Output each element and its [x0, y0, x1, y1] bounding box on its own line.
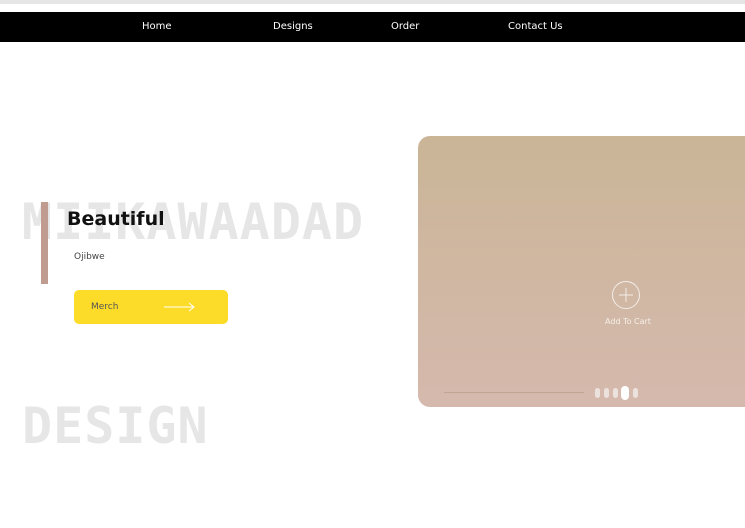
hero-headline: Beautiful	[67, 208, 165, 230]
background-title-line-2: DESIGN	[22, 397, 209, 455]
nav-order-link[interactable]: Order	[391, 12, 419, 42]
slide-dot[interactable]	[595, 388, 600, 398]
top-navigation: Home Designs Order Contact Us	[0, 12, 745, 42]
nav-home-link[interactable]: Home	[142, 12, 172, 42]
slider-track	[444, 392, 584, 393]
nav-designs-link[interactable]: Designs	[273, 12, 313, 42]
slide-dot[interactable]	[604, 388, 609, 398]
slide-dot[interactable]	[613, 388, 618, 398]
merch-button-label: Merch	[91, 302, 119, 312]
merch-button[interactable]: Merch	[74, 290, 228, 324]
nav-contact-link[interactable]: Contact Us	[508, 12, 563, 42]
slide-dot[interactable]	[633, 388, 638, 398]
add-to-cart-label: Add To Cart	[605, 317, 651, 326]
accent-bar	[41, 202, 48, 284]
arrow-right-icon	[164, 302, 195, 312]
slide-dot-active[interactable]	[621, 386, 629, 400]
plus-circle-icon	[612, 281, 640, 309]
hero-subtitle: Ojibwe	[74, 252, 105, 262]
product-card: Add To Cart	[418, 136, 745, 407]
top-strip	[0, 0, 745, 4]
